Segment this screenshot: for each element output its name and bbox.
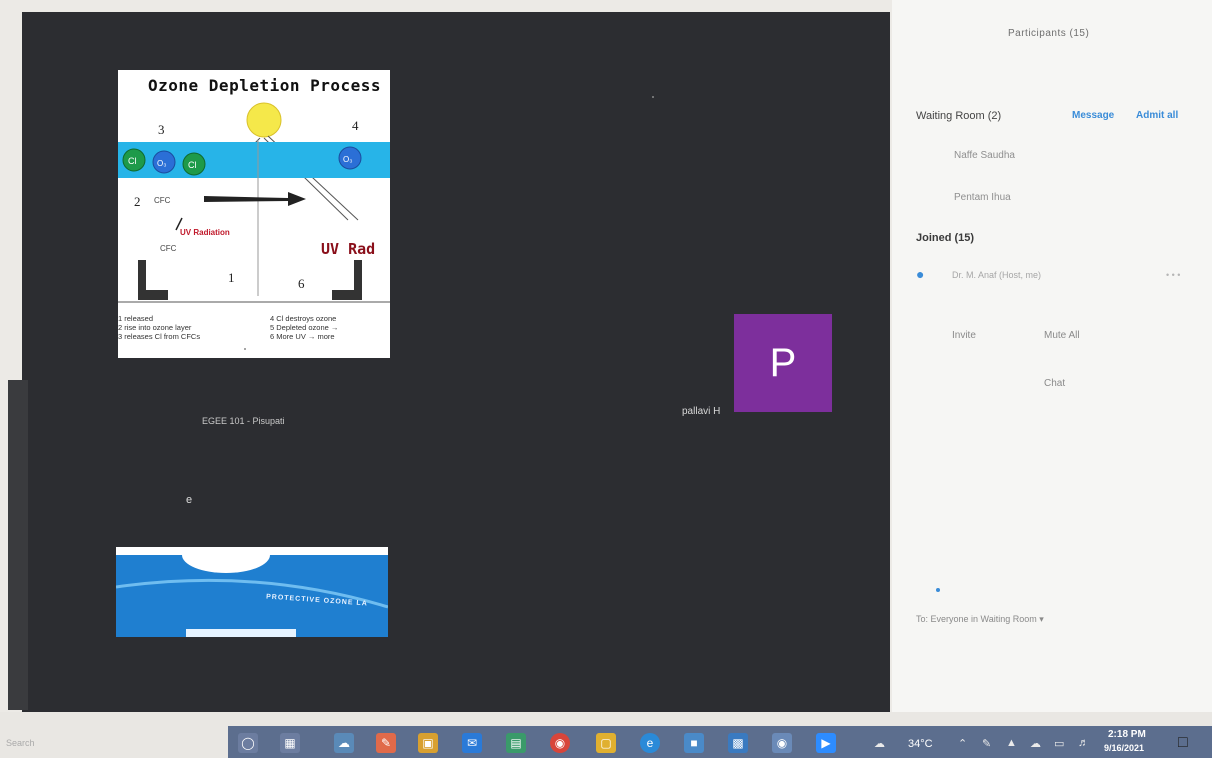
screen-speck [244,348,246,350]
legend-line: 2 rise into ozone layer [118,323,192,332]
mail-icon[interactable]: ✉ [462,733,482,753]
battery-icon[interactable]: ▭ [1054,737,1064,750]
step-number: 2 [134,194,141,209]
waiting-room-header: Waiting Room (2) [916,110,1002,122]
clock-time[interactable]: 2:18 PM [1108,729,1146,740]
chat-indicator-dot [936,588,940,592]
mute-all-button[interactable]: Mute All [1044,330,1080,341]
svg-text:Cl: Cl [128,156,137,166]
slide-legend-right: 4 Cl destroys ozone 5 Depleted ozone → 6… [270,314,390,341]
chat-recipient-select[interactable]: To: Everyone in Waiting Room ▾ [916,614,1044,625]
chat-header: Chat [1044,378,1066,389]
show-hidden-icons-icon[interactable]: ⌃ [958,737,967,750]
app-icon-a[interactable]: ■ [684,733,704,753]
slide-legend-left: 1 released 2 rise into ozone layer 3 rel… [118,314,252,341]
onedrive-icon[interactable]: ☁ [1030,737,1041,750]
participant-name: Dr. M. Anaf (Host, me) [952,270,1042,280]
notification-icon[interactable]: □ [1178,734,1188,752]
edge-icon[interactable]: e [640,733,660,753]
waiting-participant[interactable]: Pentam Ihua [954,192,1011,203]
step-number: 3 [158,122,165,137]
joined-header: Joined (15) [916,232,975,244]
message-button[interactable]: Message [1072,110,1114,121]
step-number: 6 [298,276,305,291]
svg-text:O₃: O₃ [157,159,166,168]
cortana-icon[interactable]: ◯ [238,733,258,753]
shared-slide-ozone: Cl O₃ Cl O₃ Ozone Depletion Process 3 4 … [118,70,390,358]
more-options-icon[interactable]: • • • [1166,270,1180,280]
participants-title: Participants (15) [1008,28,1090,39]
windows-taskbar: Search ◯ ▦ ☁ ✎ ▣ ✉ ▤ ◉ ▢ e ■ ▩ ◉ ▶ ☁ 34°… [0,712,1212,758]
volume-icon[interactable]: ♬ [1078,737,1089,749]
step-number: 1 [228,270,235,285]
paint-icon[interactable]: ✎ [376,733,396,753]
meeting-video-area: Cl O₃ Cl O₃ Ozone Depletion Process 3 4 … [22,12,890,712]
explorer-icon[interactable]: ▢ [596,733,616,753]
chrome-icon[interactable]: ◉ [550,733,570,753]
waiting-participant[interactable]: Naffe Saudha [954,150,1015,161]
admit-all-button[interactable]: Admit all [1136,110,1178,121]
slide-title: Ozone Depletion Process [148,76,382,95]
sun-shape [246,102,282,138]
participant-row[interactable]: ● Dr. M. Anaf (Host, me) • • • [916,266,1206,288]
step-number: 4 [352,118,359,133]
participant-tile-name: EGEE 101 - Pisupati [202,416,285,426]
search-box-hint[interactable]: Search [6,738,35,748]
network-icon[interactable]: ▲ [1006,737,1017,749]
store-icon[interactable]: ▣ [418,733,438,753]
participants-panel: Participants (15) Waiting Room (2) Messa… [892,0,1212,712]
zoom-icon[interactable]: ▶ [816,733,836,753]
invite-button[interactable]: Invite [952,330,976,341]
participant-avatar-icon: ● [916,266,925,282]
shared-slide-ozone-layer: PROTECTIVE OZONE LA [116,547,388,637]
legend-line: 1 released [118,314,154,323]
svg-text:Cl: Cl [188,160,197,170]
ozone-layer-illustration [116,547,388,637]
files-icon[interactable]: ▤ [506,733,526,753]
legend-line: 5 Depleted ozone → [270,323,339,332]
pen-icon[interactable]: ✎ [982,737,991,750]
screen-speck [652,96,654,98]
legend-line: 6 More UV → more [270,332,335,341]
svg-text:O₃: O₃ [343,155,352,164]
app-icon-b[interactable]: ▩ [728,733,748,753]
weather-app-icon[interactable]: ☁ [334,733,354,753]
legend-line: 4 Cl destroys ozone [270,314,337,323]
legend-line: 3 releases Cl from CFCs [118,332,201,341]
weather-tray-icon[interactable]: ☁ [874,737,885,750]
task-view-icon[interactable]: ▦ [280,733,300,753]
participant-avatar[interactable]: P [734,314,832,412]
temperature-readout[interactable]: 34°C [908,738,933,750]
window-edge [8,380,28,710]
uv-radiation-label-large: UV Rad [321,240,376,258]
uv-radiation-label: UV Radiation [180,228,230,237]
clock-date[interactable]: 9/16/2021 [1104,743,1144,753]
cfc-label: CFC [154,196,171,205]
cfc-label: CFC [160,244,177,253]
camera-icon[interactable]: ◉ [772,733,792,753]
participant-tile-name: pallavi H [682,406,721,417]
participant-caption: e [186,494,193,506]
process-arrow [204,192,306,206]
